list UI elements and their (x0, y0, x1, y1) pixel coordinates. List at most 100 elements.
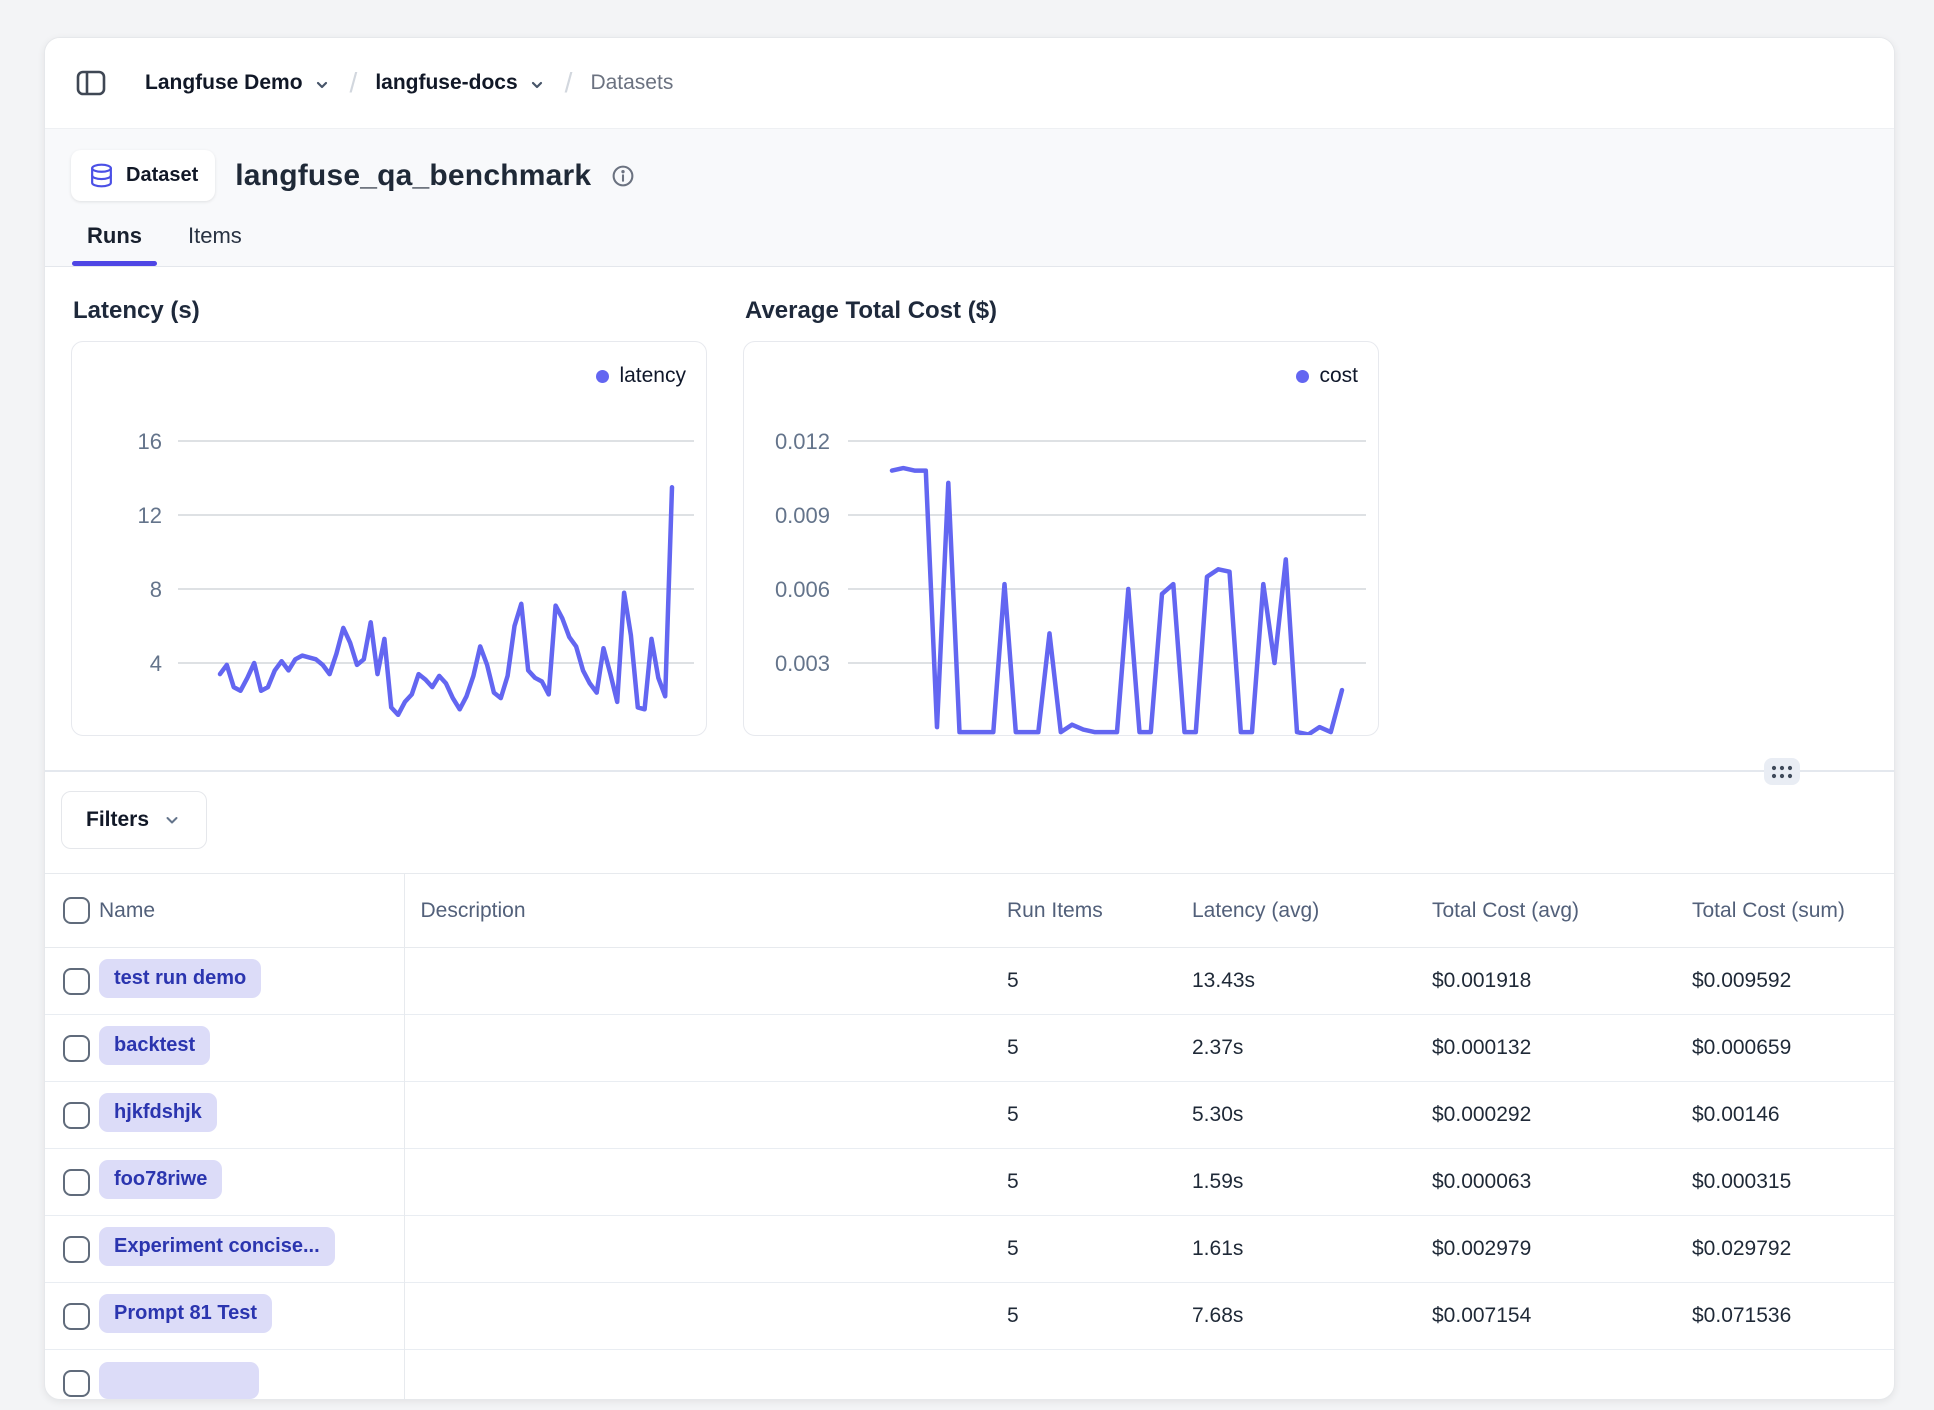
svg-text:0.009: 0.009 (775, 503, 830, 528)
breadcrumb-separator: / (565, 67, 573, 99)
row-checkbox[interactable] (63, 1236, 90, 1263)
latency-line-plot: 481216 (72, 342, 707, 736)
breadcrumb-separator: / (350, 67, 358, 99)
run-name-cell: foo78riwe (95, 1149, 404, 1216)
run-items-cell: 5 (991, 1283, 1176, 1350)
total-cost-sum-cell: $0.00146 (1676, 1082, 1894, 1149)
total-cost-sum-cell: $0.029792 (1676, 1216, 1894, 1283)
table-row[interactable]: hjkfdshjk55.30s$0.000292$0.00146 (45, 1082, 1894, 1149)
empty-cell (404, 1350, 991, 1401)
latency-avg-cell: 13.43s (1176, 948, 1416, 1015)
grip-dots-icon (1769, 763, 1795, 781)
legend-dot-icon (1296, 370, 1309, 383)
table-row[interactable]: Experiment concise...51.61s$0.002979$0.0… (45, 1216, 1894, 1283)
run-name-cell: hjkfdshjk (95, 1082, 404, 1149)
chevron-down-icon (162, 810, 182, 830)
total-cost-sum-cell: $0.071536 (1676, 1283, 1894, 1350)
chart-title: Average Total Cost ($) (745, 297, 1379, 325)
total-cost-avg-cell: $0.000292 (1416, 1082, 1676, 1149)
page-header: Dataset langfuse_qa_benchmark Runs Items (45, 128, 1894, 267)
row-checkbox[interactable] (63, 1169, 90, 1196)
breadcrumb-page-label[interactable]: Datasets (590, 71, 673, 95)
tab-runs[interactable]: Runs (87, 223, 142, 266)
dataset-type-badge: Dataset (71, 150, 215, 201)
column-header-total-cost-sum: Total Cost (sum) (1676, 874, 1894, 948)
legend-label: latency (619, 364, 686, 388)
run-name-pill[interactable]: hjkfdshjk (99, 1093, 217, 1132)
select-all-checkbox[interactable] (63, 897, 90, 924)
table-row[interactable]: test run demo513.43s$0.001918$0.009592 (45, 948, 1894, 1015)
table-header-row: Name Description Run Items Latency (avg)… (45, 874, 1894, 948)
table-row-partial[interactable] (45, 1350, 1894, 1401)
run-description-cell (404, 1283, 991, 1350)
row-checkbox-cell (45, 1149, 95, 1216)
run-description-cell (404, 1015, 991, 1082)
row-checkbox-cell (45, 1350, 95, 1401)
column-header-run-items: Run Items (991, 874, 1176, 948)
empty-cell (1416, 1350, 1676, 1401)
row-checkbox[interactable] (63, 1035, 90, 1062)
table-row[interactable]: Prompt 81 Test 57.68s$0.007154$0.071536 (45, 1283, 1894, 1350)
cost-chart[interactable]: 0.0030.0060.0090.012 cost (743, 341, 1379, 736)
latency-avg-cell: 1.59s (1176, 1149, 1416, 1216)
row-checkbox[interactable] (63, 1370, 90, 1397)
row-checkbox-cell (45, 1283, 95, 1350)
tab-items[interactable]: Items (188, 223, 242, 266)
run-name-pill[interactable]: backtest (99, 1026, 210, 1065)
empty-cell (1176, 1350, 1416, 1401)
row-checkbox-cell (45, 948, 95, 1015)
empty-cell (1676, 1350, 1894, 1401)
chart-legend: cost (1296, 364, 1358, 388)
latency-avg-cell: 7.68s (1176, 1283, 1416, 1350)
run-name-cell (95, 1350, 404, 1401)
page-title: langfuse_qa_benchmark (235, 159, 591, 193)
run-items-cell: 5 (991, 1082, 1176, 1149)
svg-text:12: 12 (138, 503, 162, 528)
info-icon[interactable] (611, 164, 635, 188)
resize-drag-handle[interactable] (1764, 758, 1800, 785)
run-name-cell: Prompt 81 Test (95, 1283, 404, 1350)
chevron-down-icon (527, 75, 547, 95)
run-name-pill[interactable]: foo78riwe (99, 1160, 222, 1199)
run-name-pill[interactable] (99, 1362, 259, 1399)
breadcrumb-org-menu[interactable]: Langfuse Demo (145, 71, 332, 95)
run-description-cell (404, 948, 991, 1015)
row-checkbox[interactable] (63, 1303, 90, 1330)
run-name-pill[interactable]: Experiment concise... (99, 1227, 335, 1266)
run-name-pill[interactable]: test run demo (99, 959, 261, 998)
runs-table: Name Description Run Items Latency (avg)… (45, 873, 1894, 1400)
breadcrumb: Langfuse Demo / langfuse-docs / Datasets (45, 38, 1894, 128)
sidebar-toggle-button[interactable] (71, 63, 111, 103)
breadcrumb-project-menu[interactable]: langfuse-docs (375, 71, 546, 95)
svg-text:0.003: 0.003 (775, 651, 830, 676)
latency-chart[interactable]: 481216 latency (71, 341, 707, 736)
tab-bar: Runs Items (71, 223, 1868, 266)
run-items-cell: 5 (991, 948, 1176, 1015)
total-cost-avg-cell: $0.007154 (1416, 1283, 1676, 1350)
dataset-page: Langfuse Demo / langfuse-docs / Datasets… (44, 37, 1895, 1400)
column-header-name: Name (95, 874, 404, 948)
total-cost-avg-cell: $0.001918 (1416, 948, 1676, 1015)
column-header-latency-avg: Latency (avg) (1176, 874, 1416, 948)
table-row[interactable]: backtest52.37s$0.000132$0.000659 (45, 1015, 1894, 1082)
chart-title: Latency (s) (73, 297, 707, 325)
column-header-description: Description (404, 874, 991, 948)
empty-cell (991, 1350, 1176, 1401)
row-checkbox[interactable] (63, 968, 90, 995)
row-checkbox[interactable] (63, 1102, 90, 1129)
run-description-cell (404, 1216, 991, 1283)
run-name-pill[interactable]: Prompt 81 Test (99, 1294, 272, 1333)
run-description-cell (404, 1082, 991, 1149)
table-row[interactable]: foo78riwe51.59s$0.000063$0.000315 (45, 1149, 1894, 1216)
legend-label: cost (1319, 364, 1358, 388)
breadcrumb-project-label: langfuse-docs (375, 71, 517, 95)
total-cost-sum-cell: $0.000659 (1676, 1015, 1894, 1082)
legend-dot-icon (596, 370, 609, 383)
filters-row: Filters (45, 772, 1894, 849)
svg-text:16: 16 (138, 429, 162, 454)
svg-text:8: 8 (150, 577, 162, 602)
chevron-down-icon (312, 75, 332, 95)
filters-button-label: Filters (86, 808, 149, 832)
filters-button[interactable]: Filters (61, 791, 207, 849)
run-name-cell: backtest (95, 1015, 404, 1082)
